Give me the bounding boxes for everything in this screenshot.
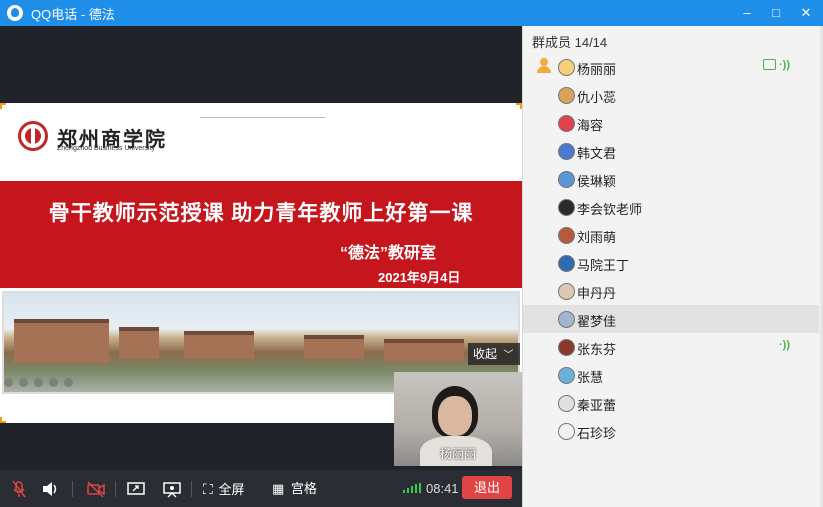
video-area[interactable]: 郑州商学院 Zhengzhou Business University 骨干教师… <box>0 26 522 470</box>
screen-sharing-icon <box>763 59 776 70</box>
member-name: 侯琳颖 <box>577 174 617 189</box>
toolbar-divider <box>191 481 192 497</box>
school-name-en: Zhengzhou Business University <box>57 145 156 152</box>
members-panel: 群成员 14/14 杨丽丽 ·)) 仇小蕊海容韩文君侯琳颖李会钦老师刘雨萌马院王丁申… <box>522 26 823 507</box>
slide-department: “德法”教研室 <box>340 245 437 262</box>
member-row[interactable]: 海容 <box>523 109 819 137</box>
play-control-icon[interactable] <box>4 378 13 387</box>
member-name: 石珍珍 <box>577 426 617 441</box>
maximize-button[interactable]: □ <box>766 3 786 23</box>
school-logo-icon <box>18 121 48 151</box>
self-video-thumbnail[interactable]: 杨丽丽 <box>394 372 522 466</box>
window-title: QQ电话 - 德法 <box>31 6 115 22</box>
fullscreen-icon: ⛶ <box>203 481 213 497</box>
frame-corner <box>0 103 6 109</box>
avatar <box>558 311 575 328</box>
member-name: 马院王丁 <box>577 258 630 273</box>
toolbar-divider <box>115 481 116 497</box>
member-name: 张慧 <box>577 370 604 385</box>
member-row[interactable]: 韩文君 <box>523 137 819 165</box>
avatar <box>558 255 575 272</box>
slide-date: 2021年9月4日 <box>378 270 461 285</box>
frame-corner <box>0 417 6 423</box>
fullscreen-button[interactable]: ⛶ 全屏 <box>203 479 244 499</box>
screen-share-icon[interactable] <box>127 479 145 499</box>
avatar <box>558 367 575 384</box>
member-name: 张东芬 <box>577 342 617 357</box>
presentation-icon[interactable] <box>163 479 181 499</box>
collapse-label: 收起 <box>473 347 498 361</box>
member-name: 李会钦老师 <box>577 202 643 217</box>
avatar <box>558 283 575 300</box>
avatar <box>558 227 575 244</box>
avatar <box>558 423 575 440</box>
campus-building <box>384 339 464 361</box>
media-playbar[interactable] <box>4 378 99 388</box>
toolbar-divider <box>72 481 73 497</box>
close-button[interactable]: ✕ <box>796 3 816 23</box>
avatar <box>558 87 575 104</box>
network-signal-icon <box>403 483 421 493</box>
slide-banner: 骨干教师示范授课 助力青年教师上好第一课 “德法”教研室 2021年9月4日 <box>0 181 522 288</box>
person-face <box>438 396 472 436</box>
grid-view-button[interactable]: ▦ 宫格 <box>272 479 317 499</box>
exit-call-button[interactable]: 退出 <box>462 476 512 499</box>
grid-label: 宫格 <box>290 481 317 496</box>
speaker-icon[interactable] <box>41 479 59 499</box>
self-video-name: 杨丽丽 <box>439 447 476 461</box>
member-row[interactable]: 秦亚蕾 <box>523 389 819 417</box>
play-control-icon[interactable] <box>64 378 73 387</box>
member-row[interactable]: 翟梦佳 <box>523 305 819 333</box>
member-name: 杨丽丽 <box>577 62 617 77</box>
host-user-icon <box>537 58 551 74</box>
collapse-button[interactable]: 收起 ﹀ <box>468 343 520 365</box>
member-row[interactable]: 马院王丁 <box>523 249 819 277</box>
members-count: 群成员 14/14 <box>532 35 608 50</box>
avatar <box>558 199 575 216</box>
avatar <box>558 115 575 132</box>
member-row[interactable]: 仇小蕊 <box>523 81 819 109</box>
member-name: 仇小蕊 <box>577 90 617 105</box>
grid-icon: ▦ <box>272 481 285 496</box>
member-row[interactable]: 石珍珍 <box>523 417 819 445</box>
member-name: 海容 <box>577 118 604 133</box>
member-name: 韩文君 <box>577 146 617 161</box>
avatar <box>558 395 575 412</box>
member-name: 申丹丹 <box>577 286 617 301</box>
title-bar: QQ电话 - 德法 – □ ✕ <box>0 0 823 26</box>
member-row[interactable]: 申丹丹 <box>523 277 819 305</box>
speaking-icon: ·)) <box>779 59 790 71</box>
member-row[interactable]: 刘雨萌 <box>523 221 819 249</box>
camera-off-icon[interactable] <box>86 479 106 499</box>
avatar <box>558 143 575 160</box>
call-timer: 08:41 <box>426 481 459 496</box>
campus-building <box>304 335 364 359</box>
play-control-icon[interactable] <box>49 378 58 387</box>
member-row[interactable]: 张东芬 ·)) <box>523 333 819 361</box>
member-row[interactable]: 侯琳颖 <box>523 165 819 193</box>
speaking-icon: ·)) <box>779 339 790 351</box>
member-row[interactable]: 杨丽丽 ·)) <box>523 53 819 81</box>
member-row[interactable]: 张慧 <box>523 361 819 389</box>
member-name: 刘雨萌 <box>577 230 617 245</box>
avatar <box>558 171 575 188</box>
avatar <box>558 339 575 356</box>
campus-building <box>14 319 109 363</box>
chevron-down-icon: ﹀ <box>503 350 514 361</box>
mic-muted-icon[interactable] <box>11 479 27 499</box>
play-control-icon[interactable] <box>34 378 43 387</box>
slide-top-note <box>200 106 325 118</box>
member-name: 秦亚蕾 <box>577 398 617 413</box>
minimize-button[interactable]: – <box>737 3 757 23</box>
avatar <box>558 59 575 76</box>
member-row[interactable]: 李会钦老师 <box>523 193 819 221</box>
call-toolbar: ⛶ 全屏 ▦ 宫格 08:41 退出 <box>0 470 522 507</box>
qq-logo-icon <box>7 5 23 21</box>
fullscreen-label: 全屏 <box>218 482 245 497</box>
slide-headline: 骨干教师示范授课 助力青年教师上好第一课 <box>48 202 474 225</box>
play-control-icon[interactable] <box>19 378 28 387</box>
campus-building <box>119 327 159 359</box>
campus-building <box>184 331 254 359</box>
member-name: 翟梦佳 <box>577 314 617 329</box>
